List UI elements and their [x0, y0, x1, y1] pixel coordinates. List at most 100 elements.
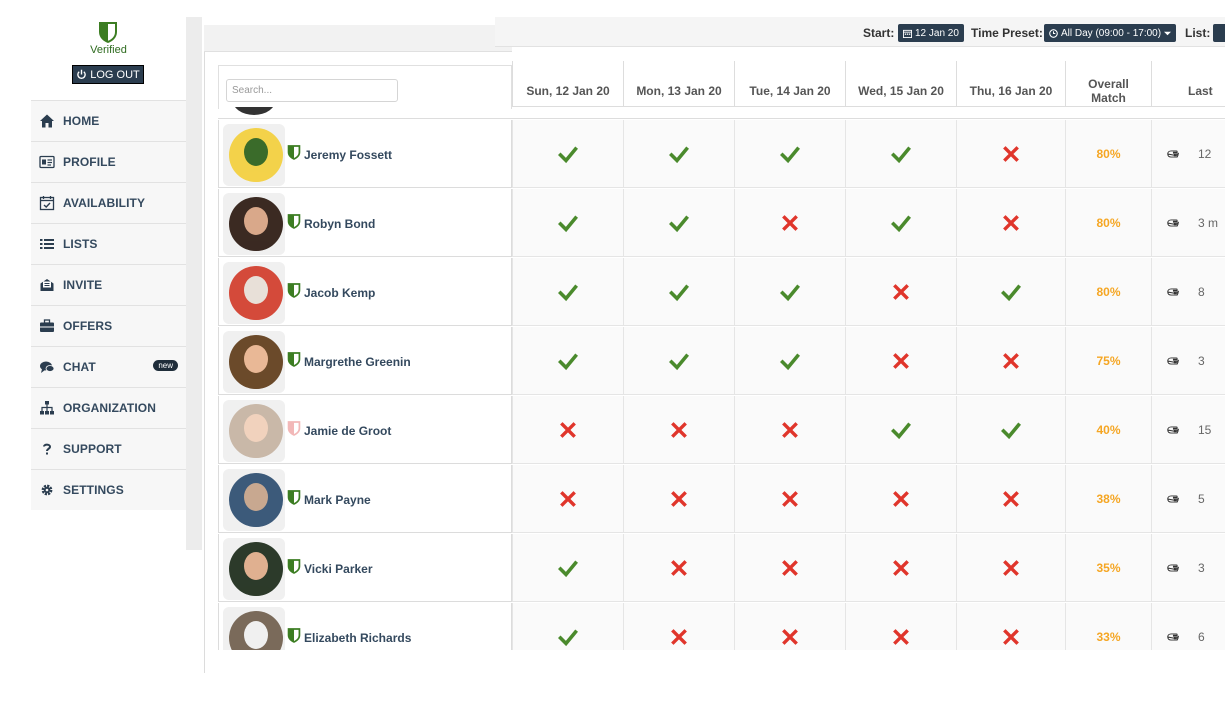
search-input[interactable] — [226, 79, 398, 102]
person-cell[interactable]: Mark Payne — [218, 465, 512, 533]
sidebar-item-chat[interactable]: CHAT new — [31, 346, 186, 387]
availability-cell — [845, 258, 956, 326]
sidebar-item-support[interactable]: SUPPORT — [31, 428, 186, 469]
table-row[interactable]: Mark Payne 38% 5 — [218, 465, 1225, 534]
hand-pointer-icon[interactable] — [1166, 216, 1180, 230]
table-row[interactable]: Elizabeth Richards 33% 6 — [218, 603, 1225, 650]
id-card-icon — [39, 154, 55, 170]
sidebar-item-offers[interactable]: OFFERS — [31, 305, 186, 346]
sidebar-item-invite[interactable]: INVITE — [31, 264, 186, 305]
availability-cell — [512, 534, 623, 602]
hand-pointer-icon[interactable] — [1166, 423, 1180, 437]
table-row[interactable]: Margrethe Greenin 75% 3 — [218, 327, 1225, 396]
new-badge: new — [153, 360, 178, 371]
person-name[interactable]: Elizabeth Richards — [304, 631, 411, 645]
sidebar-item-lists[interactable]: LISTS — [31, 223, 186, 264]
cross-icon — [1003, 145, 1019, 162]
availability-cell — [512, 603, 623, 650]
availability-cell — [623, 603, 734, 650]
person-name[interactable]: Margrethe Greenin — [304, 355, 411, 369]
verified-shield-icon — [287, 283, 301, 298]
availability-cell — [623, 396, 734, 464]
person-name[interactable]: Robyn Bond — [304, 217, 375, 231]
table-row[interactable]: Jeremy Fossett 80% 12 — [218, 120, 1225, 189]
check-icon — [558, 628, 578, 646]
match-percent: 35% — [1096, 560, 1121, 575]
column-header-day[interactable]: Tue, 14 Jan 20 — [734, 61, 845, 107]
last-cell: 15 — [1151, 396, 1225, 464]
availability-cell — [512, 120, 623, 188]
column-header-match[interactable]: Overall Match — [1065, 61, 1151, 107]
check-icon — [891, 214, 911, 232]
start-date-button[interactable]: 12 Jan 20 — [898, 24, 964, 42]
sidebar-item-home[interactable]: HOME — [31, 100, 186, 141]
person-name[interactable]: Vicki Parker — [304, 562, 373, 576]
hand-pointer-icon[interactable] — [1166, 285, 1180, 299]
availability-cells: 40% 15 — [512, 396, 1225, 464]
availability-cell — [623, 189, 734, 257]
availability-cells: 33% 6 — [512, 603, 1225, 650]
column-header-label: Last — [1188, 84, 1213, 98]
check-icon — [1001, 421, 1021, 439]
sidebar-scrollbar[interactable] — [186, 17, 202, 550]
gear-icon — [39, 482, 55, 498]
column-header-label: Thu, 16 Jan 20 — [969, 84, 1053, 98]
person-name[interactable]: Mark Payne — [304, 493, 371, 507]
envelope-open-icon — [39, 277, 55, 293]
list-dropdown[interactable] — [1213, 24, 1225, 42]
sidebar-item-label: OFFERS — [63, 319, 113, 333]
availability-cell — [623, 534, 734, 602]
calendar-check-icon — [39, 195, 55, 211]
time-preset-dropdown[interactable]: All Day (09:00 - 17:00) — [1044, 24, 1177, 42]
column-header-day[interactable]: Mon, 13 Jan 20 — [623, 61, 734, 107]
column-header-day[interactable]: Wed, 15 Jan 20 — [845, 61, 956, 107]
sidebar-item-settings[interactable]: SETTINGS — [31, 469, 186, 510]
panel-divider — [204, 25, 205, 673]
hand-pointer-icon[interactable] — [1166, 492, 1180, 506]
last-cell: 3 m — [1151, 189, 1225, 257]
person-name[interactable]: Jeremy Fossett — [304, 148, 392, 162]
sidebar-item-availability[interactable]: AVAILABILITY — [31, 182, 186, 223]
match-percent: 75% — [1096, 353, 1121, 368]
sidebar-item-label: ORGANIZATION — [63, 401, 156, 415]
logout-button[interactable]: LOG OUT — [72, 65, 144, 84]
availability-cell — [734, 327, 845, 395]
availability-cell — [956, 327, 1065, 395]
hand-pointer-icon[interactable] — [1166, 561, 1180, 575]
availability-cell — [956, 534, 1065, 602]
person-cell[interactable]: Jacob Kemp — [218, 258, 512, 326]
table-row[interactable]: Vicki Parker 35% 3 — [218, 534, 1225, 603]
check-icon — [558, 214, 578, 232]
hand-pointer-icon[interactable] — [1166, 147, 1180, 161]
person-cell[interactable]: Elizabeth Richards — [218, 603, 512, 650]
last-value: 8 — [1198, 284, 1205, 299]
person-cell[interactable]: Margrethe Greenin — [218, 327, 512, 395]
cross-icon — [560, 490, 576, 507]
comments-icon — [39, 359, 55, 375]
table-row[interactable]: Jamie de Groot 40% 15 — [218, 396, 1225, 465]
person-cell[interactable]: Vicki Parker — [218, 534, 512, 602]
match-cell: 33% — [1065, 603, 1151, 650]
person-name[interactable]: Jamie de Groot — [304, 424, 391, 438]
table-row[interactable]: Robyn Bond 80% 3 m — [218, 189, 1225, 258]
availability-cell — [734, 534, 845, 602]
column-header-day[interactable]: Thu, 16 Jan 20 — [956, 61, 1065, 107]
match-cell: 40% — [1065, 396, 1151, 464]
column-header-day[interactable]: Sun, 12 Jan 20 — [512, 61, 623, 107]
sidebar-item-organization[interactable]: ORGANIZATION — [31, 387, 186, 428]
last-cell: 5 — [1151, 465, 1225, 533]
person-cell[interactable]: Jamie de Groot — [218, 396, 512, 464]
person-cell[interactable]: Jeremy Fossett — [218, 120, 512, 188]
hand-pointer-icon[interactable] — [1166, 630, 1180, 644]
column-header-last[interactable]: Last — [1151, 61, 1225, 107]
table-row[interactable]: Jacob Kemp 80% 8 — [218, 258, 1225, 327]
last-cell: 12 — [1151, 120, 1225, 188]
match-cell: 80% — [1065, 189, 1151, 257]
hand-pointer-icon[interactable] — [1166, 354, 1180, 368]
table-row — [218, 107, 1225, 119]
avatar — [229, 404, 283, 458]
person-name[interactable]: Jacob Kemp — [304, 286, 375, 300]
power-icon — [77, 69, 87, 79]
sidebar-item-profile[interactable]: PROFILE — [31, 141, 186, 182]
person-cell[interactable]: Robyn Bond — [218, 189, 512, 257]
